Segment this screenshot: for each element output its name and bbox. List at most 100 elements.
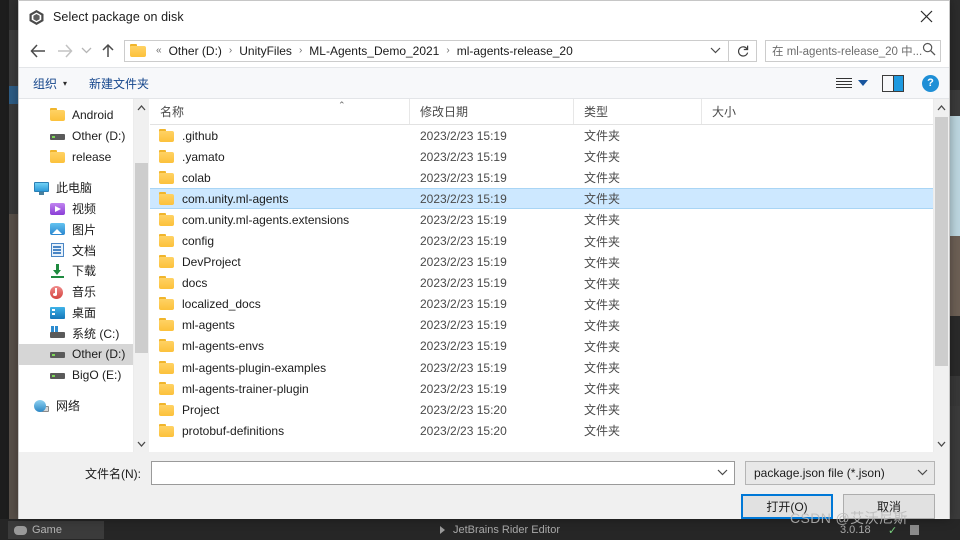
network-icon [33, 398, 50, 414]
column-header-type[interactable]: 类型 [574, 99, 702, 124]
chevron-down-icon[interactable] [912, 467, 932, 479]
dialog-title-bar: Select package on disk [19, 1, 949, 34]
unity-icon [28, 9, 45, 26]
sidebar-item-网络[interactable]: 网络 [19, 395, 149, 416]
table-row[interactable]: ml-agents-trainer-plugin 2023/2/23 15:19 文… [150, 378, 949, 399]
table-row[interactable]: config 2023/2/23 15:19 文件夹 [150, 230, 949, 251]
sidebar-item-图片[interactable]: 图片 [19, 219, 149, 240]
back-button[interactable] [25, 38, 51, 64]
breadcrumb-item-2[interactable]: ML-Agents_Demo_2021 [307, 44, 441, 58]
view-options-chevron-icon[interactable] [858, 80, 868, 86]
filename-input[interactable] [151, 461, 735, 485]
backdrop-right-2 [950, 90, 960, 116]
breadcrumb-overflow[interactable]: « [151, 45, 167, 56]
folder-icon [158, 128, 175, 144]
cancel-button[interactable]: 取消 [843, 494, 935, 519]
breadcrumb: « Other (D:) › UnityFiles › ML-Agents_De… [151, 44, 575, 58]
file-list-scrollbar[interactable] [933, 99, 949, 452]
file-list-scroll-thumb[interactable] [935, 117, 948, 366]
file-name-cell: ml-agents-envs [150, 338, 410, 354]
table-row[interactable]: ml-agents-plugin-examples 2023/2/23 15:19… [150, 357, 949, 378]
file-type-cell: 文件夹 [584, 213, 621, 228]
table-row[interactable]: ml-agents 2023/2/23 15:19 文件夹 [150, 315, 949, 336]
scroll-down-arrow-icon[interactable] [134, 435, 149, 452]
file-name-cell: DevProject [150, 254, 410, 270]
file-type-cell: 文件夹 [584, 255, 621, 270]
chevron-down-icon[interactable] [704, 45, 726, 57]
address-bar[interactable]: « Other (D:) › UnityFiles › ML-Agents_De… [124, 39, 729, 62]
preview-pane-icon[interactable] [882, 74, 904, 92]
scroll-up-arrow-icon[interactable] [934, 99, 949, 116]
column-header-name[interactable]: 名称 [150, 99, 410, 124]
column-header-size[interactable]: 大小 [702, 99, 812, 124]
sidebar-scroll-thumb[interactable] [135, 163, 148, 353]
list-view-icon[interactable] [836, 77, 852, 89]
file-type-cell: 文件夹 [584, 403, 621, 418]
table-row[interactable]: localized_docs 2023/2/23 15:19 文件夹 [150, 294, 949, 315]
sidebar-scrollbar[interactable] [133, 99, 149, 452]
desktop-icon [49, 305, 66, 321]
up-button[interactable] [95, 38, 121, 64]
sidebar-item-音乐[interactable]: 音乐 [19, 281, 149, 302]
file-date-cell: 2023/2/23 15:19 [420, 276, 507, 291]
breadcrumb-item-3[interactable]: ml-agents-release_20 [455, 44, 575, 58]
scroll-down-arrow-icon[interactable] [934, 435, 949, 452]
scroll-up-arrow-icon[interactable] [134, 99, 149, 116]
refresh-button[interactable] [729, 39, 757, 62]
chevron-down-icon[interactable] [712, 467, 732, 479]
file-name: DevProject [182, 255, 241, 270]
music-icon [49, 284, 66, 300]
sidebar-item-other-d[interactable]: Other (D:) [19, 343, 149, 365]
sidebar-item-下载[interactable]: 下载 [19, 261, 149, 282]
file-name-cell: com.unity.ml-agents [150, 191, 410, 207]
folder-icon [158, 233, 175, 249]
file-name: com.unity.ml-agents.extensions [182, 212, 350, 227]
file-type-filter-select[interactable]: package.json file (*.json) [745, 461, 935, 485]
sidebar-item-文档[interactable]: 文档 [19, 240, 149, 261]
open-button[interactable]: 打开(O) [741, 494, 833, 519]
breadcrumb-item-0[interactable]: Other (D:) [167, 44, 224, 58]
sidebar-item-label: 桌面 [72, 306, 97, 321]
sidebar-item-android[interactable]: Android [19, 105, 149, 126]
table-row[interactable]: .yamato 2023/2/23 15:19 文件夹 [150, 146, 949, 167]
search-placeholder: 在 ml-agents-release_20 中... [772, 45, 922, 58]
search-input[interactable]: 在 ml-agents-release_20 中... [765, 39, 941, 62]
downloads-icon [49, 263, 66, 279]
unity-tab-game[interactable]: Game [8, 521, 104, 539]
close-button[interactable] [903, 1, 949, 32]
this-pc-icon [33, 180, 50, 196]
recent-locations-button[interactable] [77, 38, 95, 64]
sidebar-item-系统-c[interactable]: 系统 (C:) [19, 323, 149, 344]
file-name: colab [182, 170, 211, 185]
sidebar-item-release[interactable]: release [19, 147, 149, 168]
new-folder-button[interactable]: 新建文件夹 [89, 75, 149, 92]
unity-package-row[interactable]: JetBrains Rider Editor 3.0.18 ✓ [440, 521, 919, 539]
sidebar-item-bigo-e[interactable]: BigO (E:) [19, 365, 149, 386]
organize-button[interactable]: 组织 ▾ [33, 75, 67, 92]
sidebar-item-此电脑[interactable]: 此电脑 [19, 177, 149, 198]
folder-icon [158, 338, 175, 354]
file-date-cell: 2023/2/23 15:20 [420, 402, 507, 417]
sidebar-item-label: 音乐 [72, 285, 97, 300]
table-row[interactable]: Project 2023/2/23 15:20 文件夹 [150, 399, 949, 420]
sidebar-item-视频[interactable]: 视频 [19, 198, 149, 219]
table-row[interactable]: com.unity.ml-agents.extensions 2023/2/23 … [150, 209, 949, 230]
table-row[interactable]: ml-agents-envs 2023/2/23 15:19 文件夹 [150, 336, 949, 357]
table-row[interactable]: .github 2023/2/23 15:19 文件夹 [150, 125, 949, 146]
file-type-cell: 文件夹 [584, 276, 621, 291]
breadcrumb-item-1[interactable]: UnityFiles [237, 44, 294, 58]
table-row[interactable]: docs 2023/2/23 15:19 文件夹 [150, 273, 949, 294]
drive-icon [49, 346, 66, 362]
table-row[interactable]: com.unity.ml-agents 2023/2/23 15:19 文件夹 [150, 188, 949, 210]
forward-button[interactable] [51, 38, 77, 64]
file-name: ml-agents-envs [182, 339, 265, 354]
sidebar-item-桌面[interactable]: 桌面 [19, 302, 149, 323]
sidebar-item-other-d[interactable]: Other (D:) [19, 126, 149, 147]
column-header-date[interactable]: 修改日期 [410, 99, 574, 124]
table-row[interactable]: colab 2023/2/23 15:19 文件夹 [150, 167, 949, 188]
table-row[interactable]: DevProject 2023/2/23 15:19 文件夹 [150, 252, 949, 273]
table-row[interactable]: protobuf-definitions 2023/2/23 15:20 文件夹 [150, 420, 949, 441]
help-icon[interactable]: ? [922, 74, 939, 92]
